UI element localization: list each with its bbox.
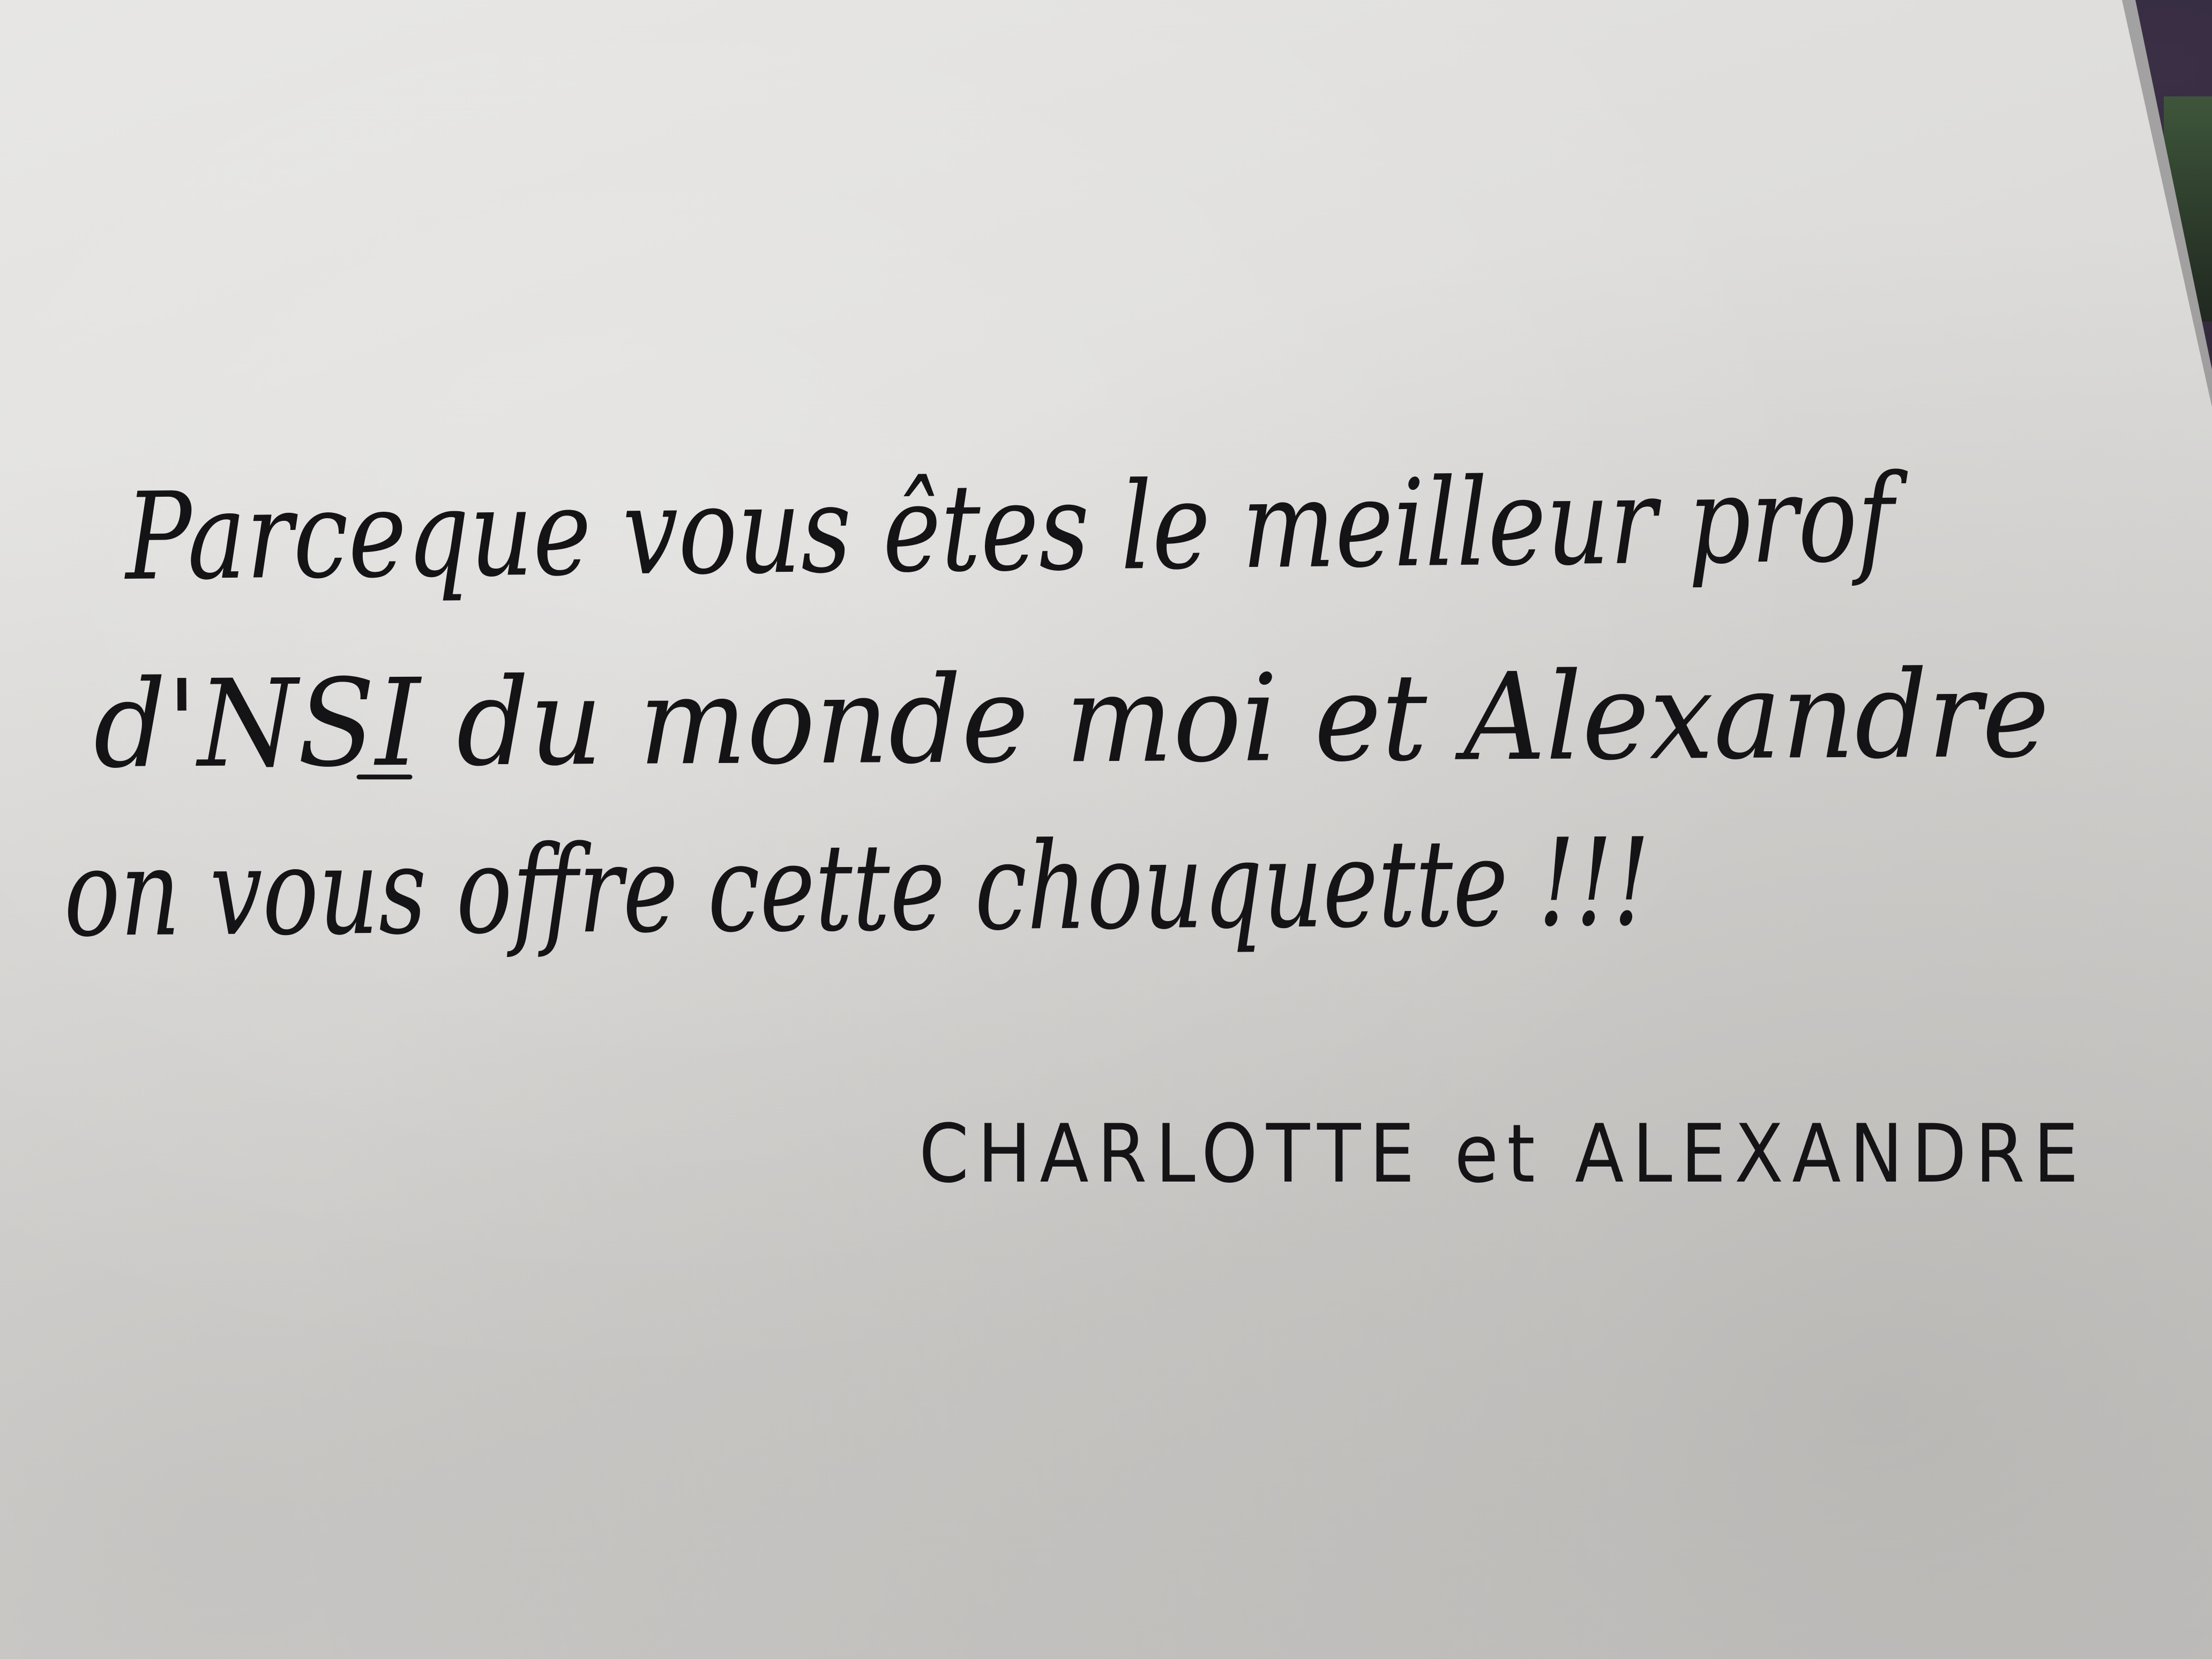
signature: CHARLOTTE et ALEXANDRE: [919, 1108, 2087, 1201]
note-line-3: on vous offre cette chouquette !!!: [64, 812, 1651, 964]
note-line-1: Parceque vous êtes le meilleur prof: [123, 449, 1909, 608]
handwritten-note: Parceque vous êtes le meilleur prof d'NS…: [64, 449, 2087, 1201]
note-line-2: d'NSI du monde moi et Alexandre: [93, 645, 2050, 795]
